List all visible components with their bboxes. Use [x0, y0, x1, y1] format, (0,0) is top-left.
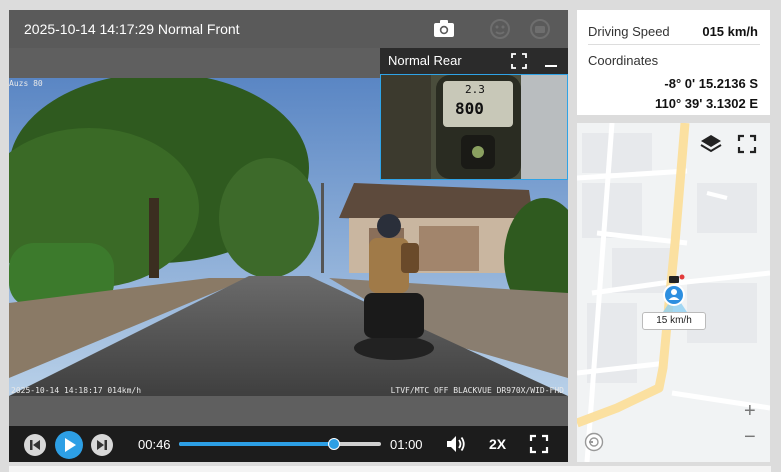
- pip-header: Normal Rear: [380, 48, 568, 74]
- compass-icon[interactable]: [584, 432, 604, 452]
- playback-controls: 00:46 01:00 2X: [9, 426, 568, 462]
- pip-minimize-icon[interactable]: [544, 53, 558, 69]
- bottom-panel-edge: [9, 466, 771, 472]
- layers-icon[interactable]: [698, 131, 724, 157]
- player-top-bar: 2025-10-14 14:17:29 Normal Front: [9, 10, 568, 48]
- map-fullscreen-icon[interactable]: [734, 131, 760, 157]
- next-icon[interactable]: [90, 433, 114, 457]
- driving-speed-label: Driving Speed: [588, 24, 670, 39]
- pip-meter-main: 800: [455, 99, 484, 118]
- zoom-in-button[interactable]: +: [744, 400, 756, 423]
- seek-progress: [179, 442, 334, 446]
- volume-icon[interactable]: [445, 434, 467, 454]
- playback-rate-button[interactable]: 2X: [489, 436, 506, 452]
- fullscreen-icon[interactable]: [529, 434, 549, 454]
- pip-expand-icon[interactable]: [511, 53, 527, 69]
- zoom-out-button[interactable]: −: [744, 426, 756, 449]
- longitude-value: 110° 39' 3.1302 E: [655, 96, 758, 111]
- osd-top-text: Auzs 80: [9, 79, 43, 88]
- rear-camera-view: 2.3 800: [380, 74, 568, 180]
- info-divider: [588, 44, 760, 45]
- play-icon[interactable]: [54, 430, 84, 460]
- osd-timestamp: 2025-10-14 14:18:17 014km/h: [11, 386, 142, 395]
- video-player: 2025-10-14 14:17:29 Normal Front Auzs 80…: [9, 10, 568, 462]
- seek-bar[interactable]: [179, 438, 381, 450]
- face-detect-icon[interactable]: [488, 17, 512, 41]
- osd-device-info: LTVF/MTC OFF BLACKVUE DR970X/WID-FHD: [390, 386, 564, 395]
- coordinates-label: Coordinates: [588, 53, 659, 68]
- latitude-value: -8° 0' 15.2136 S: [664, 76, 758, 91]
- pip-meter-top: 2.3: [465, 83, 485, 96]
- location-marker-icon[interactable]: [660, 274, 690, 312]
- info-panel: Driving Speed 015 km/h Coordinates -8° 0…: [577, 10, 770, 115]
- rear-camera-icon[interactable]: [528, 17, 552, 41]
- current-time: 00:46: [138, 437, 171, 452]
- video-title: 2025-10-14 14:17:29 Normal Front: [24, 21, 240, 37]
- rear-camera-pip[interactable]: Normal Rear 2.3 800: [380, 48, 568, 180]
- map-speed-tag: 15 km/h: [642, 312, 706, 330]
- camera-snapshot-icon[interactable]: [432, 17, 456, 41]
- map-view[interactable]: 15 km/h + −: [577, 123, 770, 462]
- seek-handle[interactable]: [327, 438, 340, 450]
- pip-title: Normal Rear: [388, 53, 462, 68]
- total-time: 01:00: [390, 437, 423, 452]
- previous-icon[interactable]: [23, 433, 47, 457]
- driving-speed-value: 015 km/h: [702, 24, 758, 39]
